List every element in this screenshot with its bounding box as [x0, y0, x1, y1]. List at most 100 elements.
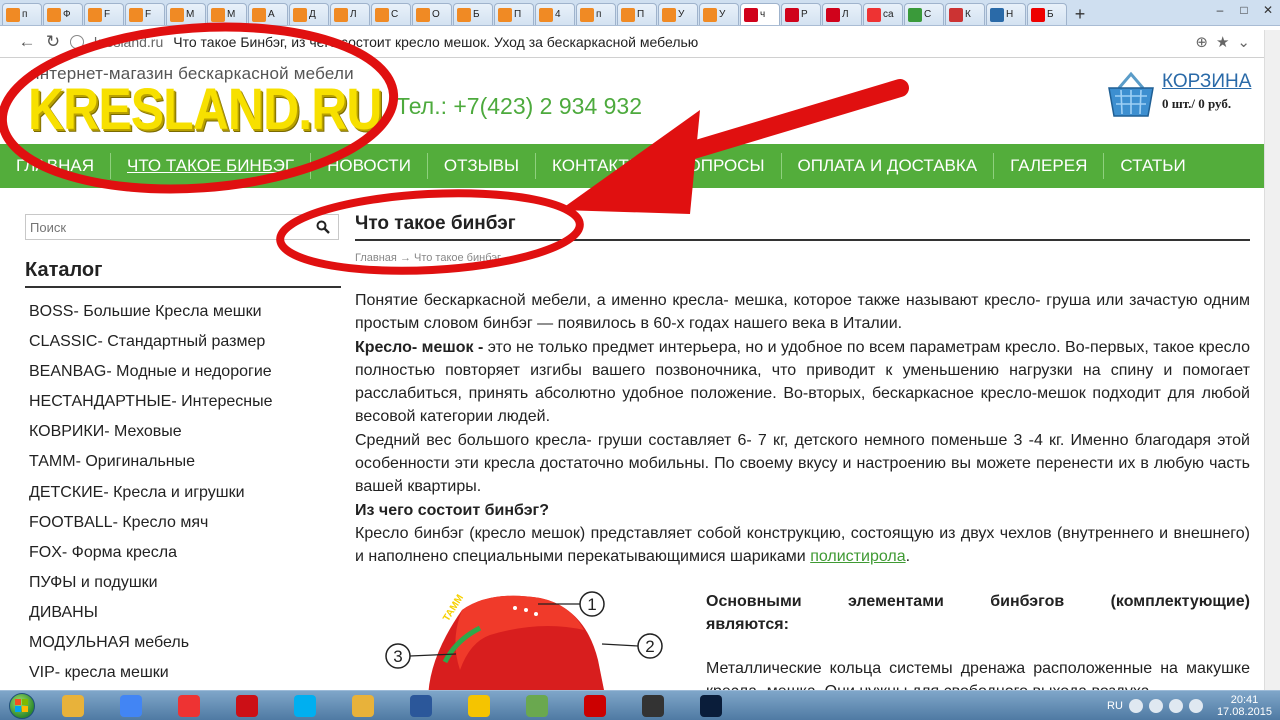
browser-tab[interactable]: Л	[330, 3, 370, 25]
expand-chevron-icon[interactable]: ⌄	[1237, 33, 1250, 51]
browser-tab[interactable]: M	[207, 3, 247, 25]
browser-tab[interactable]: У	[699, 3, 739, 25]
new-tab-plus-icon[interactable]: +	[1068, 3, 1092, 25]
browser-tab[interactable]: п	[576, 3, 616, 25]
menu-item[interactable]: ВОПРОСЫ	[661, 153, 782, 179]
catalog-item[interactable]: КОВРИКИ- Меховые	[29, 420, 273, 450]
back-arrow-icon[interactable]: ←	[16, 31, 38, 53]
browser-tab[interactable]: Б	[1027, 3, 1067, 25]
catalog-item[interactable]: FOOTBALL- Кресло мяч	[29, 511, 273, 541]
browser-tab-label: Б	[1047, 9, 1054, 20]
language-indicator[interactable]: RU	[1107, 700, 1123, 712]
taskbar-opera-button[interactable]	[220, 692, 274, 720]
browser-tab-label: С	[924, 9, 932, 20]
menu-item[interactable]: ЧТО ТАКОЕ БИНБЭГ	[111, 153, 312, 179]
browser-tab[interactable]: ч	[740, 3, 780, 25]
browser-tab[interactable]: Р	[781, 3, 821, 25]
browser-tab[interactable]: Б	[453, 3, 493, 25]
maximize-icon[interactable]: □	[1232, 0, 1256, 20]
browser-tab[interactable]: 4	[535, 3, 575, 25]
taskbar-photoshop-button[interactable]	[684, 692, 738, 720]
menu-item[interactable]: ГАЛЕРЕЯ	[994, 153, 1105, 179]
catalog-item[interactable]: BEANBAG- Модные и недорогие	[29, 360, 273, 390]
windows-logo-icon	[9, 692, 35, 719]
browser-tab[interactable]: С	[904, 3, 944, 25]
breadcrumb-current: Что такое бинбэг	[414, 252, 502, 264]
browser-tab[interactable]: Ф	[43, 3, 83, 25]
browser-tab[interactable]: Н	[986, 3, 1026, 25]
clock[interactable]: 20:41 17.08.2015	[1217, 694, 1272, 718]
site-logo[interactable]: KRESLAND.RU	[28, 80, 382, 140]
refresh-icon[interactable]: ↻	[42, 31, 64, 53]
catalog-item[interactable]: ПУФЫ и подушки	[29, 571, 273, 601]
polystyrene-link[interactable]: полистирола	[810, 548, 905, 565]
taskbar-skype-button[interactable]	[278, 692, 332, 720]
menu-item[interactable]: НОВОСТИ	[311, 153, 428, 179]
volume-icon[interactable]	[1168, 698, 1183, 713]
taskbar-download-button[interactable]	[568, 692, 622, 720]
taskbar-files-button[interactable]	[336, 692, 390, 720]
catalog-item[interactable]: МОДУЛЬНАЯ мебель	[29, 631, 273, 661]
browser-tab[interactable]: К	[945, 3, 985, 25]
zoom-icon[interactable]: ⊕	[1195, 33, 1208, 51]
site-info-icon[interactable]	[70, 35, 84, 49]
network-icon[interactable]	[1148, 698, 1163, 713]
breadcrumb-home-link[interactable]: Главная	[355, 252, 397, 264]
orange-square-icon	[498, 7, 512, 22]
taskbar-installer-button[interactable]	[510, 692, 564, 720]
catalog-item[interactable]: FOX- Форма кресла	[29, 541, 273, 571]
taskbar-word-button[interactable]	[394, 692, 448, 720]
bookmark-star-icon[interactable]: ★	[1216, 33, 1229, 51]
menu-item[interactable]: СТАТЬИ	[1104, 153, 1201, 179]
browser-tab[interactable]: У	[658, 3, 698, 25]
shopping-basket-icon[interactable]	[1105, 70, 1157, 122]
minimize-icon[interactable]: –	[1208, 0, 1232, 20]
browser-tab[interactable]: п	[2, 3, 42, 25]
catalog-item[interactable]: ДЕТСКИЕ- Кресла и игрушки	[29, 481, 273, 511]
taskbar-chrome-button[interactable]	[104, 692, 158, 720]
browser-tab[interactable]: F	[84, 3, 124, 25]
catalog-item[interactable]: CLASSIC- Стандартный размер	[29, 330, 273, 360]
start-button[interactable]	[0, 691, 44, 720]
url-field[interactable]: kresland.ru Что такое Бинбэг, из чего со…	[70, 30, 1250, 54]
catalog-item[interactable]: VIP- кресла мешки	[29, 661, 273, 691]
notification-icon[interactable]	[1188, 698, 1203, 713]
taskbar-explorer-button[interactable]	[46, 692, 100, 720]
orange-square-icon	[211, 7, 225, 22]
taskbar-video-button[interactable]	[626, 692, 680, 720]
browser-tab[interactable]: са	[863, 3, 903, 25]
menu-item[interactable]: ОПЛАТА И ДОСТАВКА	[782, 153, 995, 179]
taskbar-yandex-button[interactable]	[162, 692, 216, 720]
browser-tab[interactable]: О	[412, 3, 452, 25]
orange-square-icon	[703, 7, 717, 22]
menu-item[interactable]: ОТЗЫВЫ	[428, 153, 537, 179]
taskbar-1c-button[interactable]	[452, 692, 506, 720]
search-input[interactable]	[26, 215, 308, 239]
catalog-item[interactable]: ТАММ- Оригинальные	[29, 450, 273, 480]
browser-tab[interactable]: M	[166, 3, 206, 25]
menu-item[interactable]: ГЛАВНАЯ	[0, 153, 111, 179]
search-button[interactable]	[308, 215, 338, 239]
catalog-item[interactable]: ДИВАНЫ	[29, 601, 273, 631]
cart-summary: 0 шт./ 0 руб.	[1162, 96, 1232, 111]
browser-tab[interactable]: С	[371, 3, 411, 25]
callout-line	[601, 643, 639, 647]
orange-square-icon	[6, 7, 20, 22]
help-icon[interactable]	[1128, 698, 1143, 713]
catalog-item[interactable]: BOSS- Большие Кресла мешки	[29, 300, 273, 330]
close-icon[interactable]: ✕	[1256, 0, 1280, 20]
browser-tab[interactable]: Д	[289, 3, 329, 25]
page-scrollbar[interactable]	[1264, 30, 1280, 690]
browser-tab[interactable]: П	[494, 3, 534, 25]
menu-item[interactable]: КОНТАКТЫ	[536, 153, 661, 179]
catalog-item[interactable]: НЕСТАНДАРТНЫЕ- Интересные	[29, 390, 273, 420]
cart-link[interactable]: КОРЗИНА	[1162, 71, 1251, 93]
globe-icon	[990, 7, 1004, 22]
photoshop-icon	[700, 694, 722, 717]
browser-tab[interactable]: А	[248, 3, 288, 25]
browser-tab[interactable]: F	[125, 3, 165, 25]
browser-tab[interactable]: Л	[822, 3, 862, 25]
orange-square-icon	[375, 7, 389, 22]
orange-square-icon	[457, 7, 471, 22]
browser-tab[interactable]: П	[617, 3, 657, 25]
